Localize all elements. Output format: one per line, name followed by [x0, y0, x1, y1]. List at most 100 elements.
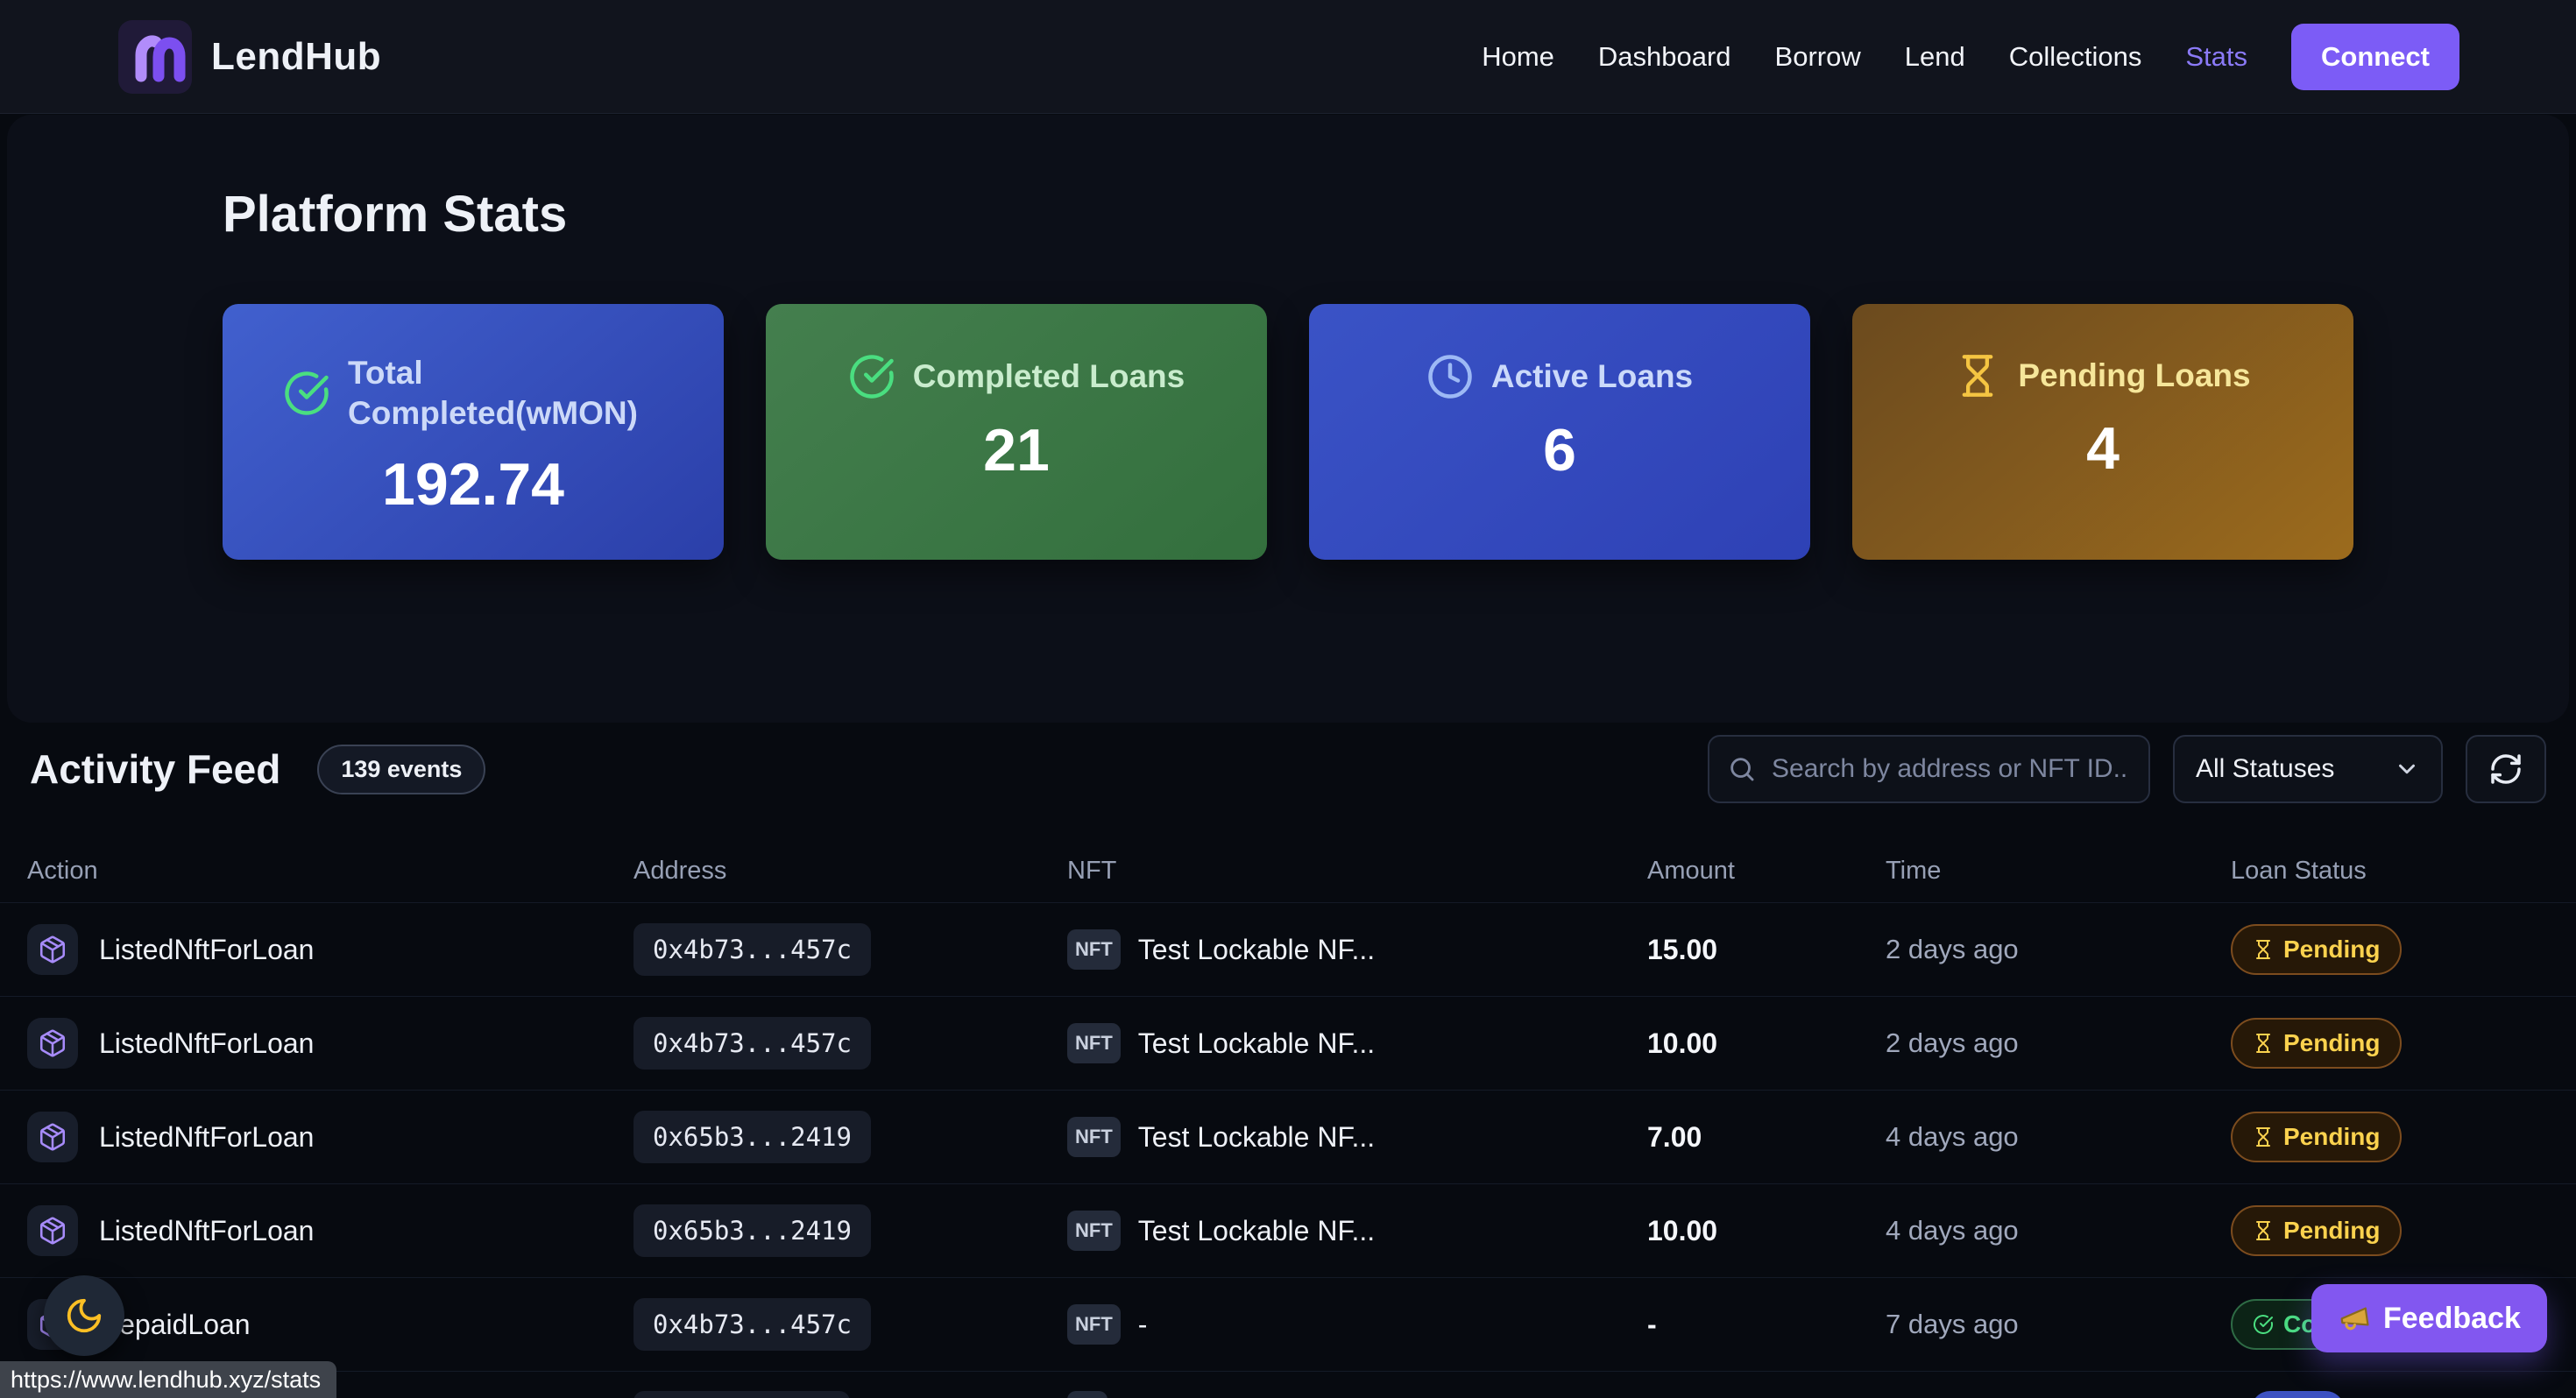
action-label: ListedNftForLoan	[99, 934, 314, 966]
link-preview-statusbar: https://www.lendhub.xyz/stats	[0, 1361, 336, 1398]
hourglass-icon	[2253, 1126, 2274, 1147]
activity-table: Action Address NFT Amount Time Loan Stat…	[0, 839, 2576, 1398]
time: 7 days ago	[1886, 1309, 2231, 1340]
address-chip	[633, 1391, 850, 1398]
amount: 7.00	[1647, 1121, 1886, 1154]
stat-card-label: Pending Loans	[2018, 356, 2250, 396]
time: 2 days ago	[1886, 1027, 2231, 1059]
refresh-button[interactable]	[2466, 735, 2546, 803]
package-icon	[27, 1205, 78, 1256]
package-icon	[27, 1018, 78, 1069]
connect-button[interactable]: Connect	[2291, 24, 2459, 90]
nft-badge: NFT	[1067, 1211, 1121, 1251]
address-chip: 0x4b73...457c	[633, 923, 871, 976]
stat-card-pending-loans: Pending Loans 4	[1852, 304, 2353, 560]
table-header: Action Address NFT Amount Time Loan Stat…	[0, 839, 2576, 902]
nav-item-stats[interactable]: Stats	[2185, 41, 2247, 73]
nft-badge	[1067, 1391, 1108, 1398]
clock-icon	[1426, 353, 1474, 400]
table-row-partial[interactable]	[0, 1371, 2576, 1398]
moon-icon	[64, 1296, 104, 1336]
time: 4 days ago	[1886, 1121, 2231, 1153]
search-icon	[1727, 754, 1757, 784]
search-input[interactable]	[1770, 753, 2131, 785]
stat-card-value: 6	[1543, 416, 1576, 484]
action-label: ListedNftForLoan	[99, 1027, 314, 1060]
top-nav: LendHub Home Dashboard Borrow Lend Colle…	[0, 0, 2576, 114]
nav-links: Home Dashboard Borrow Lend Collections S…	[1482, 24, 2459, 90]
amount: -	[1647, 1309, 1886, 1341]
stat-card-value: 192.74	[382, 450, 564, 519]
brand[interactable]: LendHub	[118, 20, 381, 94]
nav-item-borrow[interactable]: Borrow	[1775, 41, 1861, 73]
address-chip: 0x65b3...2419	[633, 1204, 871, 1257]
lendhub-logo-icon	[118, 20, 192, 94]
table-row[interactable]: ListedNftForLoan 0x4b73...457c NFT Test …	[0, 996, 2576, 1090]
action-label: ListedNftForLoan	[99, 1121, 314, 1154]
table-row[interactable]: ListedNftForLoan 0x65b3...2419 NFT Test …	[0, 1090, 2576, 1183]
check-circle-icon	[2253, 1314, 2274, 1335]
col-address: Address	[633, 857, 1067, 886]
package-icon	[27, 1112, 78, 1162]
nft-name: Test Lockable NF...	[1138, 1215, 1375, 1247]
nft-name: Test Lockable NF...	[1138, 1121, 1375, 1154]
refresh-icon	[2488, 752, 2523, 787]
address-chip: 0x65b3...2419	[633, 1111, 871, 1163]
stats-panel: Platform Stats Total Completed(wMON) 192…	[7, 115, 2569, 723]
activity-feed-title: Activity Feed	[30, 745, 280, 793]
table-row[interactable]: ListedNftForLoan 0x4b73...457c NFT Test …	[0, 902, 2576, 996]
brand-name: LendHub	[211, 35, 381, 79]
action-label: ListedNftForLoan	[99, 1215, 314, 1247]
stat-card-total-completed: Total Completed(wMON) 192.74	[223, 304, 724, 560]
nft-name: Test Lockable NF...	[1138, 934, 1375, 966]
search-box[interactable]	[1708, 735, 2150, 803]
stats-cards: Total Completed(wMON) 192.74 Completed L…	[223, 304, 2353, 560]
chevron-down-icon	[2394, 756, 2420, 782]
status-badge: Pending	[2231, 1018, 2402, 1069]
hourglass-icon	[1955, 353, 2000, 399]
col-loan-status: Loan Status	[2231, 857, 2576, 886]
nft-badge: NFT	[1067, 929, 1121, 970]
nav-item-collections[interactable]: Collections	[2009, 41, 2142, 73]
stat-card-label: Total Completed(wMON)	[348, 353, 663, 434]
status-filter-select[interactable]: All Statuses	[2173, 735, 2443, 803]
events-count-badge: 139 events	[317, 745, 485, 794]
nft-badge: NFT	[1067, 1117, 1121, 1157]
check-circle-icon	[283, 370, 330, 417]
app-root: LendHub Home Dashboard Borrow Lend Colle…	[0, 0, 2576, 1398]
stat-card-value: 21	[983, 416, 1050, 484]
address-chip: 0x4b73...457c	[633, 1298, 871, 1351]
nav-item-dashboard[interactable]: Dashboard	[1598, 41, 1731, 73]
page-title: Platform Stats	[223, 185, 567, 244]
table-row[interactable]: ListedNftForLoan 0x65b3...2419 NFT Test …	[0, 1183, 2576, 1277]
status-badge: Pending	[2231, 1112, 2402, 1162]
feedback-button[interactable]: Feedback	[2311, 1284, 2547, 1352]
nft-name: Test Lockable NF...	[1138, 1027, 1375, 1060]
nft-badge: NFT	[1067, 1023, 1121, 1063]
hourglass-icon	[2253, 1033, 2274, 1054]
nav-item-home[interactable]: Home	[1482, 41, 1554, 73]
nft-name: -	[1138, 1309, 1148, 1341]
check-circle-icon	[848, 353, 895, 400]
status-badge	[2251, 1391, 2345, 1398]
stat-card-active-loans: Active Loans 6	[1309, 304, 1810, 560]
status-badge: Pending	[2231, 1205, 2402, 1256]
col-time: Time	[1886, 857, 2231, 886]
time: 4 days ago	[1886, 1215, 2231, 1246]
package-icon	[27, 924, 78, 975]
stat-card-label: Completed Loans	[913, 357, 1185, 397]
amount: 15.00	[1647, 934, 1886, 966]
table-row[interactable]: RepaidLoan 0x4b73...457c NFT - - 7 days …	[0, 1277, 2576, 1371]
stat-card-completed-loans: Completed Loans 21	[766, 304, 1267, 560]
nav-item-lend[interactable]: Lend	[1905, 41, 1965, 73]
hourglass-icon	[2253, 939, 2274, 960]
megaphone-icon	[2336, 1300, 2374, 1338]
dark-mode-toggle[interactable]	[44, 1275, 124, 1356]
col-nft: NFT	[1067, 857, 1647, 886]
status-badge: Pending	[2231, 924, 2402, 975]
address-chip: 0x4b73...457c	[633, 1017, 871, 1070]
hourglass-icon	[2253, 1220, 2274, 1241]
stat-card-label: Active Loans	[1491, 357, 1693, 397]
amount: 10.00	[1647, 1027, 1886, 1060]
stat-card-value: 4	[2086, 414, 2120, 483]
